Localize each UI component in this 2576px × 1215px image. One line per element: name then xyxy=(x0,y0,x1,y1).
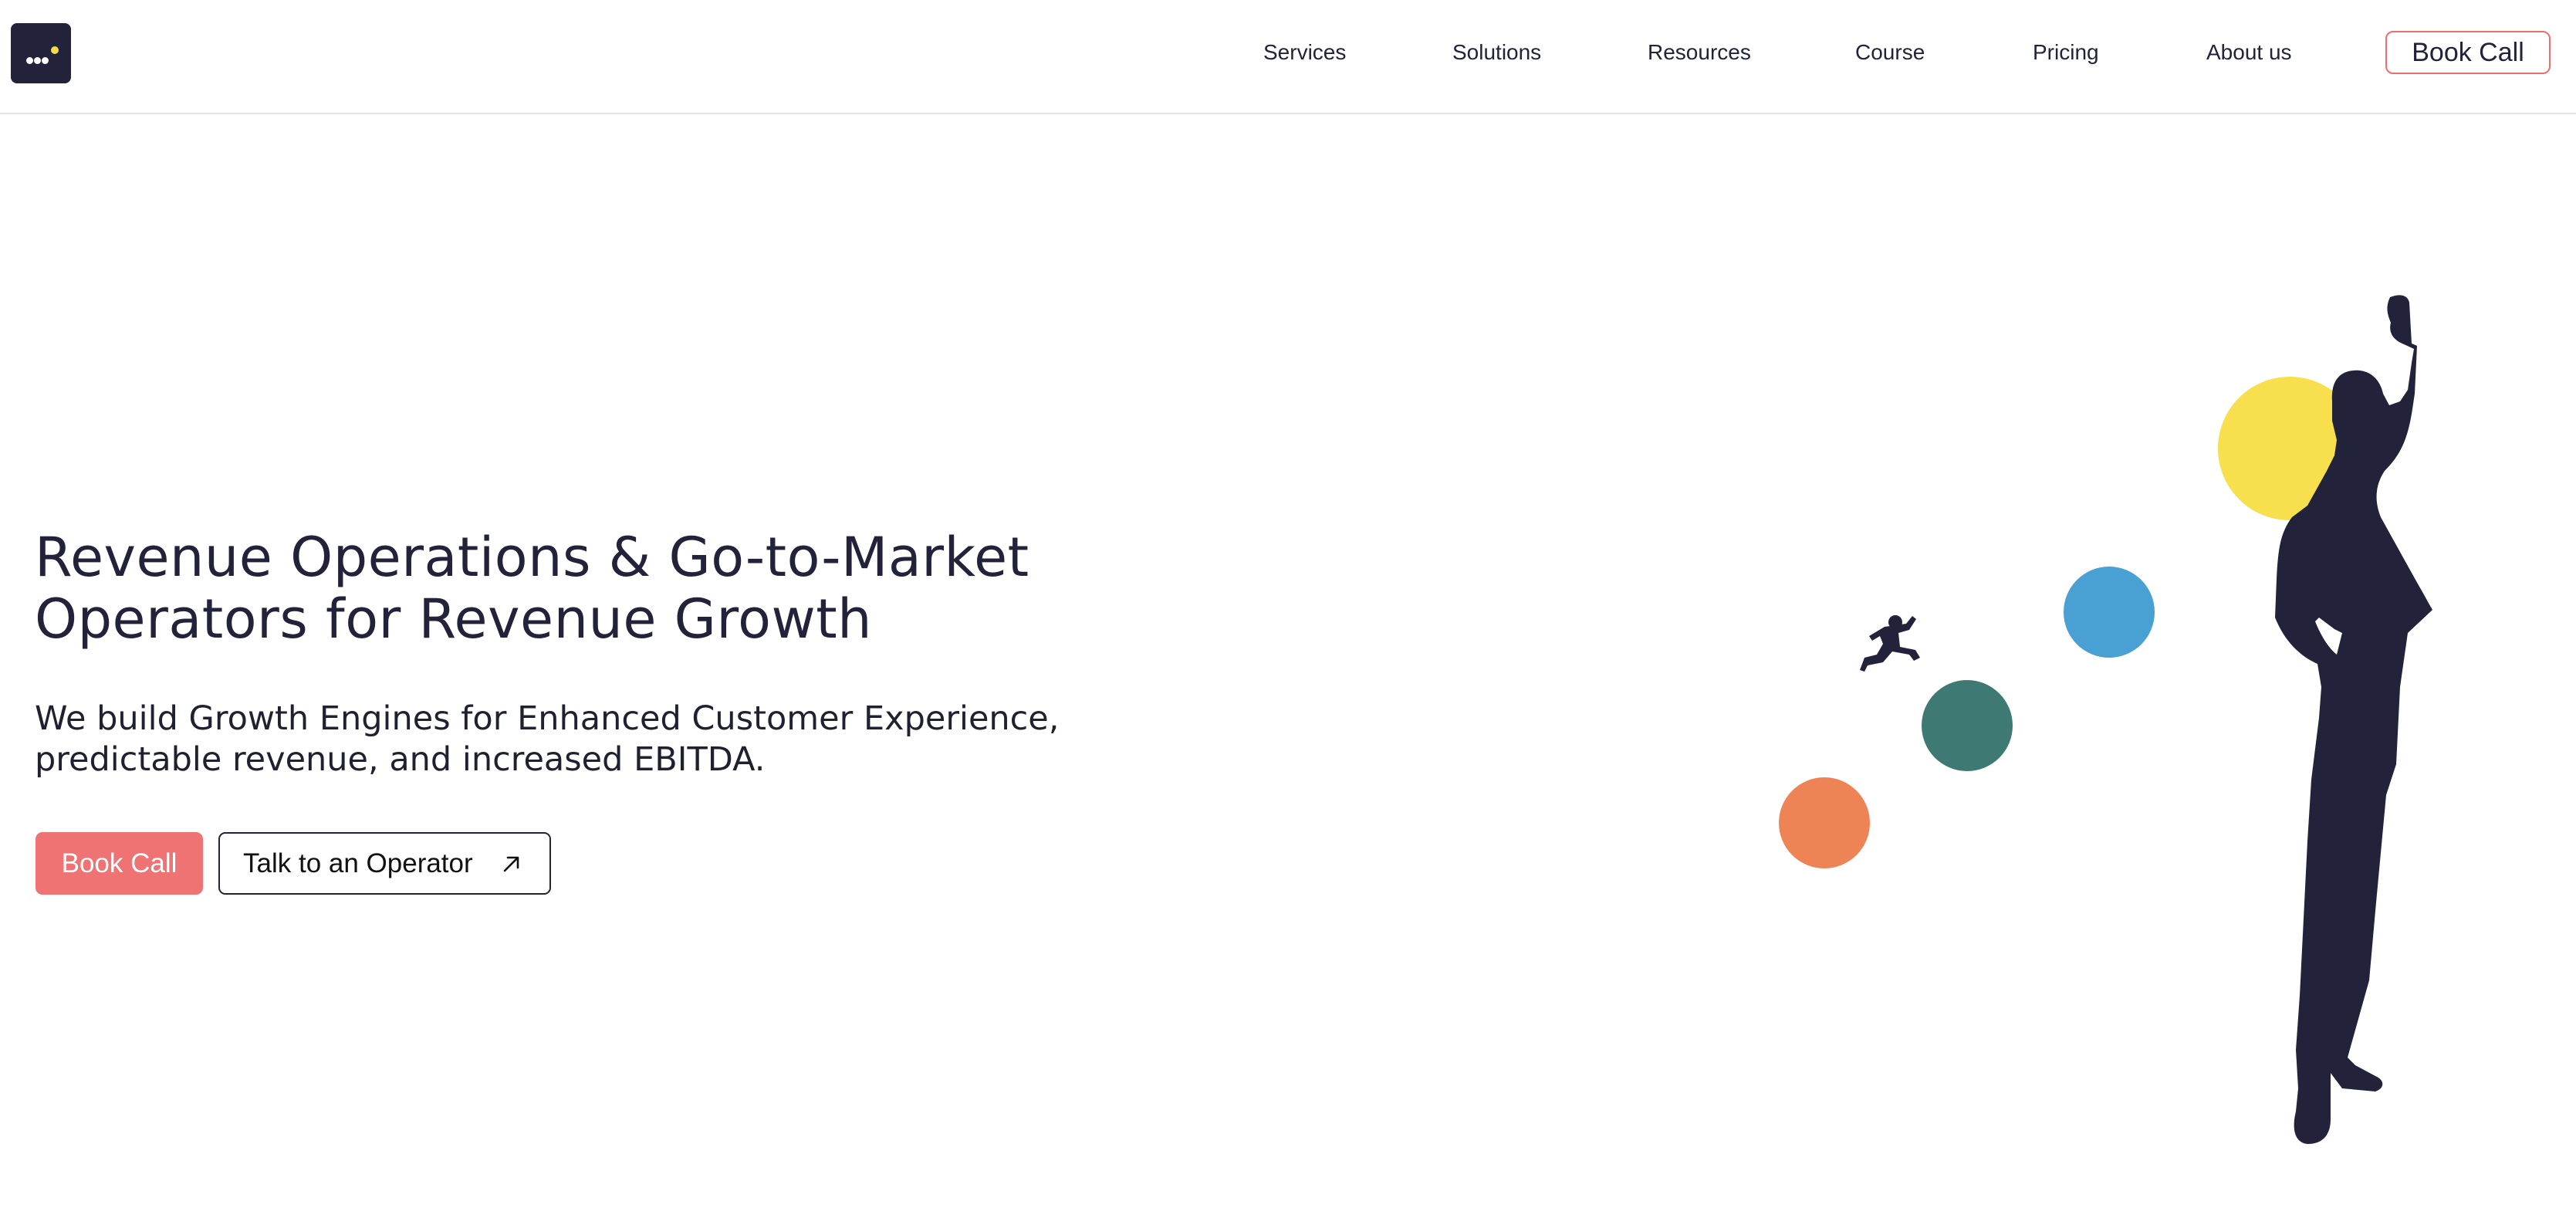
nav-about-us[interactable]: About us xyxy=(2206,40,2292,65)
blue-circle xyxy=(2064,567,2155,658)
logo-dot xyxy=(34,57,41,64)
hero-title-line: Operators for Revenue Growth xyxy=(35,587,873,651)
nav-services[interactable]: Services xyxy=(1263,40,1346,65)
jumping-person-icon xyxy=(1860,615,1920,672)
logo-accent-dot xyxy=(51,46,59,54)
hero-title: Revenue Operations & Go-to-Market Operat… xyxy=(35,526,1192,650)
talk-to-operator-button[interactable]: Talk to an Operator xyxy=(218,832,551,895)
teal-circle xyxy=(1922,680,2013,771)
site-header: Services Solutions Resources Course Pric… xyxy=(0,0,2576,114)
logo-dot xyxy=(42,57,49,64)
talk-to-operator-label: Talk to an Operator xyxy=(243,848,473,878)
nav-pricing[interactable]: Pricing xyxy=(2033,40,2099,65)
nav-resources[interactable]: Resources xyxy=(1648,40,1751,65)
hero-subtitle: We build Growth Engines for Enhanced Cus… xyxy=(35,699,1192,780)
arrow-up-right-icon xyxy=(503,856,519,872)
company-logo[interactable] xyxy=(11,23,71,83)
header-book-call-button[interactable]: Book Call xyxy=(2385,31,2551,74)
hero-book-call-button[interactable]: Book Call xyxy=(35,832,203,895)
hero-subtitle-line: predictable revenue, and increased EBITD… xyxy=(35,740,766,779)
orange-circle xyxy=(1779,777,1870,868)
nav-course[interactable]: Course xyxy=(1855,40,1925,65)
celebrating-person-silhouette xyxy=(2275,295,2432,1144)
hero-title-line: Revenue Operations & Go-to-Market xyxy=(35,526,1029,589)
nav-solutions[interactable]: Solutions xyxy=(1452,40,1541,65)
logo-dot xyxy=(26,57,33,64)
hero-subtitle-line: We build Growth Engines for Enhanced Cus… xyxy=(35,699,1060,738)
hero-book-call-label: Book Call xyxy=(61,848,177,878)
